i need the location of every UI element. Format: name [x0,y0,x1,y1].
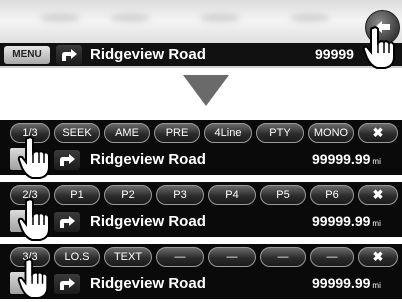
hand-pointer-icon [17,198,50,241]
direction-indicator [54,212,80,232]
direction-indicator [54,150,80,170]
direction-indicator [54,274,80,294]
hand-pointer-icon [17,136,50,179]
blank-button[interactable]: — [156,247,204,267]
road-name: Ridgeview Road [90,213,206,230]
preset-4-button[interactable]: P4 [208,185,256,205]
distance-value: 99999.99 mi [312,272,381,295]
blank-button[interactable]: — [310,247,354,267]
navigation-bar: Ridgeview Road 99999.99 mi [30,272,398,296]
pre-button[interactable]: PRE [154,123,200,143]
direction-indicator [56,45,82,65]
panel-page-2: 2/3 P1 P2 P3 P4 P5 P6 ✖ Ridgeview Road 9… [0,182,402,241]
turn-right-arrow-icon [60,278,75,290]
panel-page-1: 1/3 SEEK AME PRE 4Line PTY MONO ✖ Ridgev… [0,120,402,179]
blank-button[interactable]: — [260,247,306,267]
navigation-bar: MENU Ridgeview Road 99999 [0,43,402,66]
navigation-bar: Ridgeview Road 99999.99 mi [30,210,398,234]
distance-unit: mi [372,281,381,290]
local-seek-button[interactable]: LO.S [54,247,100,267]
distance-value: 99999 [315,46,354,62]
function-button-row: 1/3 SEEK AME PRE 4Line PTY MONO ✖ [4,123,398,145]
blank-button[interactable]: — [208,247,256,267]
close-button[interactable]: ✖ [358,185,398,205]
screen-reflection [110,14,150,22]
ame-button[interactable]: AME [104,123,150,143]
road-name: Ridgeview Road [90,46,206,63]
distance-number: 99999.99 [312,151,371,167]
screen-reflection [290,14,330,22]
distance-number: 99999.99 [312,213,371,229]
screen-reflection [40,14,80,22]
preset-3-button[interactable]: P3 [156,185,204,205]
function-button-row: 2/3 P1 P2 P3 P4 P5 P6 ✖ [4,185,398,207]
distance-unit: mi [372,157,381,166]
mono-button[interactable]: MONO [308,123,354,143]
turn-right-arrow-icon [62,49,77,61]
turn-right-arrow-icon [60,154,75,166]
distance-unit: mi [372,219,381,228]
hand-pointer-icon [362,26,395,69]
turn-right-arrow-icon [60,216,75,228]
close-button[interactable]: ✖ [358,247,398,267]
close-button[interactable]: ✖ [358,123,398,143]
menu-button[interactable]: MENU [4,46,50,64]
distance-number: 99999.99 [312,275,371,291]
navigation-bar: Ridgeview Road 99999.99 mi [30,148,398,172]
road-name: Ridgeview Road [90,275,206,292]
top-screen: MENU Ridgeview Road 99999 [0,0,402,69]
panel-page-3: 3/3 LO.S TEXT — — — — ✖ Ridgeview Road 9… [0,244,402,299]
preset-5-button[interactable]: P5 [260,185,306,205]
function-button-row: 3/3 LO.S TEXT — — — — ✖ [4,247,398,269]
text-button[interactable]: TEXT [104,247,152,267]
preset-2-button[interactable]: P2 [104,185,152,205]
pty-button[interactable]: PTY [256,123,304,143]
preset-1-button[interactable]: P1 [54,185,100,205]
distance-value: 99999.99 mi [312,148,381,171]
road-name: Ridgeview Road [90,151,206,168]
seek-button[interactable]: SEEK [54,123,100,143]
screen-reflection [200,14,240,22]
down-triangle-icon [183,75,229,106]
4line-button[interactable]: 4Line [204,123,252,143]
hand-pointer-icon [17,258,49,299]
distance-value: 99999.99 mi [312,210,381,233]
preset-6-button[interactable]: P6 [310,185,354,205]
